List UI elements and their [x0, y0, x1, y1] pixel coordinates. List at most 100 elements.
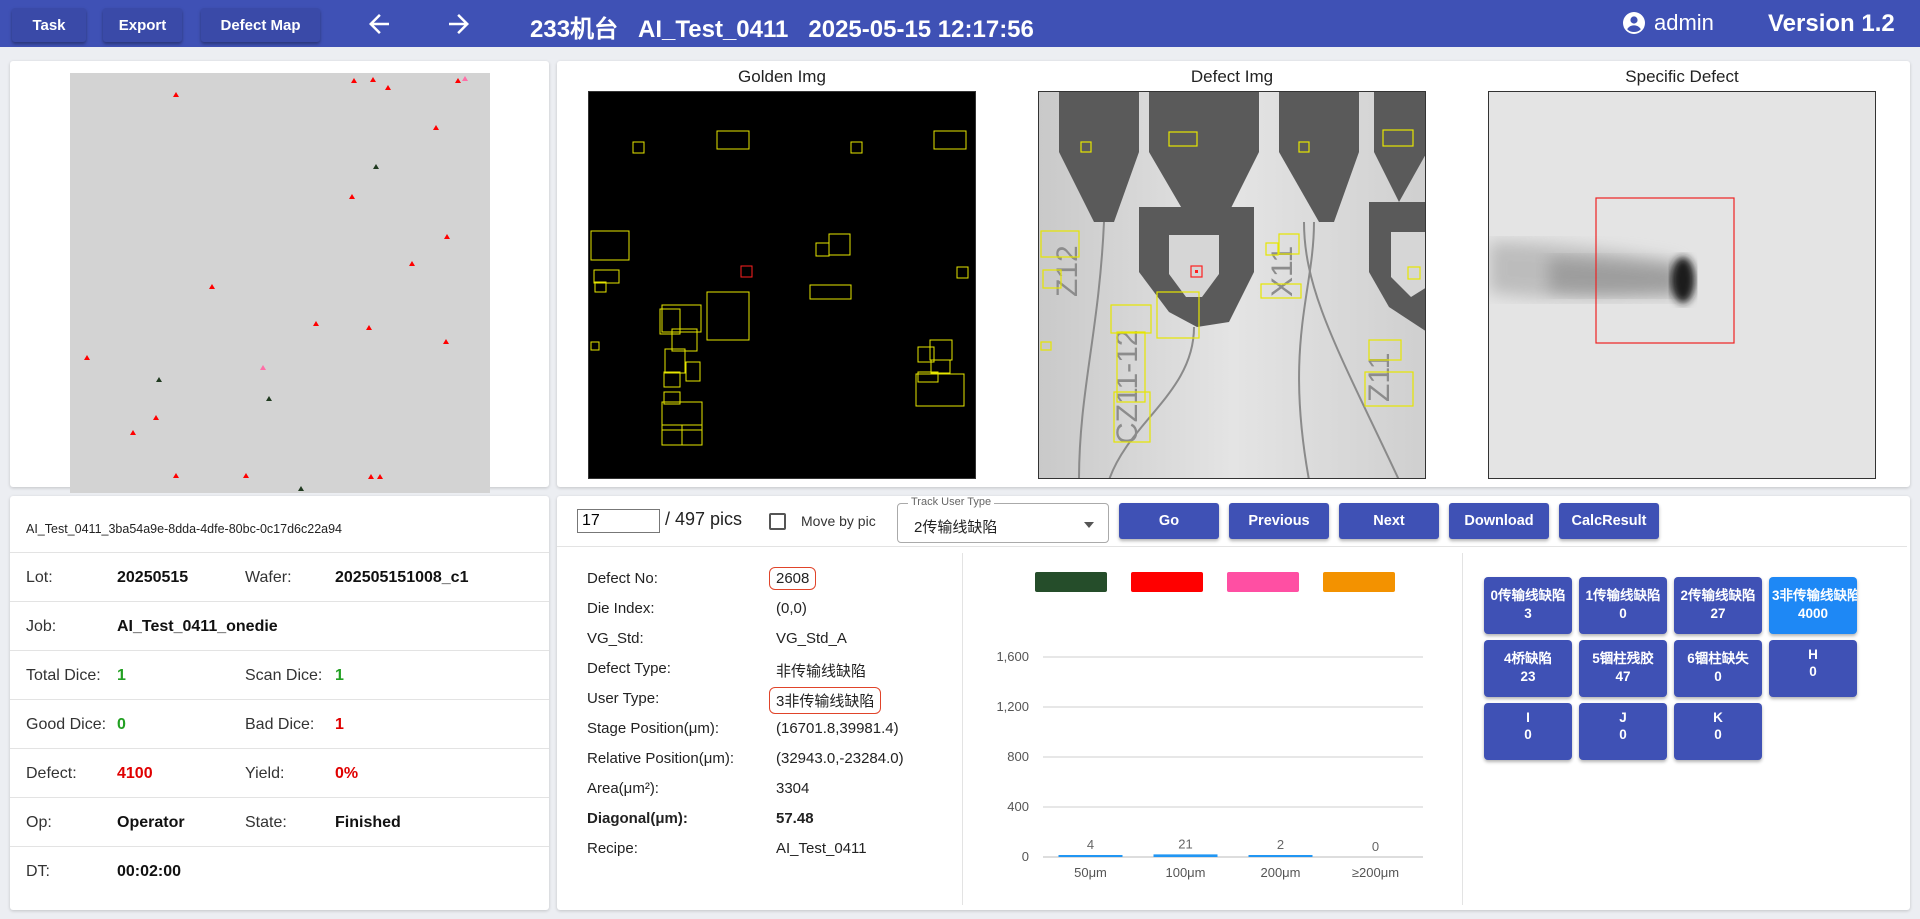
page-title: 233机台 AI_Test_0411 2025-05-15 12:17:56: [530, 16, 1034, 43]
divider: [1462, 553, 1463, 905]
username: admin: [1654, 10, 1714, 35]
counter-count: 27: [1710, 606, 1726, 621]
detection-box: [828, 233, 851, 256]
arrow-right-icon[interactable]: [444, 9, 480, 39]
lot-value: 20250515: [117, 569, 189, 586]
golden-img-title: Golden Img: [738, 67, 826, 86]
good-dice-label: Good Dice:: [26, 716, 107, 733]
wafer-map[interactable]: [70, 73, 490, 493]
user-type-counter[interactable]: 0传输线缺陷 3: [1484, 577, 1572, 634]
user-type-counter[interactable]: K0: [1674, 703, 1762, 760]
user-type-counter[interactable]: 1传输线缺陷 0: [1579, 577, 1667, 634]
counter-count: 0: [1619, 727, 1627, 742]
counter-name: 4桥缺陷: [1503, 651, 1552, 666]
counter-name: J: [1619, 710, 1627, 725]
scan-dice-label: Scan Dice:: [245, 667, 323, 684]
detection-box: [915, 373, 965, 407]
user-type-counter[interactable]: 6锢柱缺失 0: [1674, 640, 1762, 697]
counter-name: K: [1713, 710, 1723, 725]
defect-marker: [370, 77, 376, 82]
track-user-type-legend: Track User Type: [908, 496, 995, 508]
images-panel: Golden Img Defect Img Specific Defect Z1…: [557, 61, 1910, 487]
y-tick-label: 400: [1007, 799, 1029, 814]
counter-count: 0: [1809, 664, 1817, 679]
calc-result-button[interactable]: CalcResult: [1559, 503, 1659, 539]
track-user-type-select[interactable]: Track User Type 2传输线缺陷: [897, 496, 1109, 543]
state-value: Finished: [335, 814, 401, 831]
detection-box: [663, 371, 681, 388]
detection-box: [929, 339, 953, 361]
defect-marker: [409, 261, 415, 266]
op-state-row: Op: Operator State: Finished: [10, 797, 549, 846]
defect-marker: [351, 78, 357, 83]
dt-label: DT:: [26, 863, 50, 880]
go-button[interactable]: Go: [1119, 503, 1219, 539]
user-type-counter[interactable]: H0: [1769, 640, 1857, 697]
user-type-counter[interactable]: J0: [1579, 703, 1667, 760]
detection-box: [685, 361, 701, 382]
detail-label: Defect No:: [587, 570, 658, 587]
previous-button[interactable]: Previous: [1229, 503, 1329, 539]
lot-row: Lot: 20250515 Wafer: 202505151008_c1: [10, 552, 549, 601]
counter-name: 5锢柱残胶: [1592, 651, 1654, 666]
legend-swatch: [1323, 572, 1395, 592]
dt-value: 00:02:00: [117, 863, 182, 880]
defect-marker: [349, 194, 355, 199]
defect-image[interactable]: Z12 X11 CZ11-12 Z11: [1038, 91, 1426, 479]
specific-defect-image[interactable]: [1488, 91, 1876, 479]
detail-value: VG_Std_A: [776, 630, 847, 647]
detail-value: (32943.0,-23284.0): [776, 750, 904, 767]
task-button[interactable]: Task: [12, 8, 86, 42]
detection-box: [681, 424, 703, 446]
pic-index-input[interactable]: [577, 509, 660, 533]
counter-name: 0传输线缺陷: [1490, 588, 1566, 603]
user-type-counter[interactable]: 4桥缺陷 23: [1484, 640, 1572, 697]
legend-swatch: [1227, 572, 1299, 592]
dt-row: DT: 00:02:00: [10, 846, 549, 895]
download-button[interactable]: Download: [1449, 503, 1549, 539]
legend-swatch: [1131, 572, 1203, 592]
user-type-counter[interactable]: I0: [1484, 703, 1572, 760]
defect-marker: [444, 234, 450, 239]
detail-value: 2608: [769, 567, 817, 590]
job-row: Job: AI_Test_0411_onedie: [10, 601, 549, 650]
move-by-pic-checkbox[interactable]: [769, 513, 786, 530]
detection-box: [815, 242, 830, 257]
detection-box: [956, 266, 969, 279]
detail-value: 非传输线缺陷: [776, 663, 867, 680]
defect-image-content: Z12 X11 CZ11-12 Z11: [1039, 92, 1425, 478]
histogram-bar: [1248, 855, 1313, 857]
arrow-left-icon[interactable]: [364, 9, 400, 39]
op-label: Op:: [26, 814, 52, 831]
info-panel: AI_Test_0411_3ba54a9e-8dda-4dfe-80bc-0c1…: [10, 496, 549, 910]
defect-marker: [84, 355, 90, 360]
total-dice-label: Total Dice:: [26, 667, 101, 684]
detail-label: Defect Type:: [587, 660, 671, 677]
detection-box: [661, 424, 683, 446]
defect-map-button[interactable]: Defect Map: [201, 8, 320, 42]
yield-value: 0%: [335, 765, 359, 782]
y-tick-label: 1,200: [996, 699, 1029, 714]
next-button[interactable]: Next: [1339, 503, 1439, 539]
counter-name: H: [1808, 647, 1818, 662]
user-type-counter[interactable]: 2传输线缺陷 27: [1674, 577, 1762, 634]
golden-image[interactable]: [588, 91, 976, 479]
detail-label: Relative Position(μm):: [587, 750, 735, 767]
defect-marker: [266, 396, 272, 401]
detection-box: [590, 341, 600, 351]
counter-name: 6锢柱缺失: [1687, 651, 1749, 666]
detail-label: VG_Std:: [587, 630, 644, 647]
divider: [557, 546, 1907, 547]
export-button[interactable]: Export: [103, 8, 182, 42]
defect-marker: [173, 92, 179, 97]
user-menu[interactable]: admin: [1622, 10, 1714, 36]
user-type-counter[interactable]: 3非传输线缺陷 4000: [1769, 577, 1857, 634]
bar-value-label: 4: [1087, 837, 1094, 852]
user-type-counter[interactable]: 5锢柱残胶 47: [1579, 640, 1667, 697]
caret-down-icon: [1084, 522, 1094, 528]
bar-value-label: 0: [1372, 839, 1379, 854]
detection-box: [664, 348, 686, 374]
bad-dice-value: 1: [335, 716, 344, 733]
detail-value: (0,0): [776, 600, 807, 617]
divider: [962, 553, 963, 905]
